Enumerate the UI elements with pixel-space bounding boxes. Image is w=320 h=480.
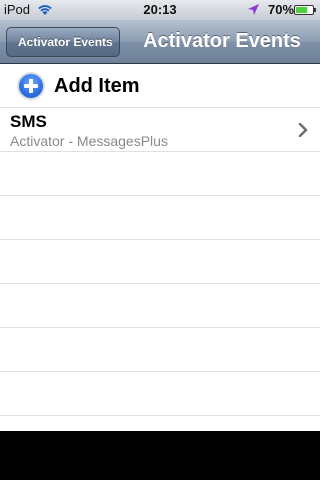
navigation-bar: Activator Events Activator Events <box>0 20 320 64</box>
empty-row <box>0 284 320 328</box>
empty-row <box>0 196 320 240</box>
chevron-right-icon <box>298 123 308 137</box>
back-button-label: Activator Events <box>18 35 113 49</box>
add-item-row[interactable]: Add Item <box>0 64 320 108</box>
add-item-label: Add Item <box>54 75 140 97</box>
add-circle-icon <box>19 74 43 98</box>
back-button[interactable]: Activator Events <box>6 27 120 57</box>
empty-row <box>0 152 320 196</box>
status-bar: iPod 20:13 70% <box>0 0 320 20</box>
empty-row <box>0 328 320 372</box>
battery-percent: 70% <box>268 2 295 17</box>
page-title: Activator Events <box>143 30 301 52</box>
list-item-title: SMS <box>10 112 47 131</box>
battery-icon <box>294 5 316 15</box>
empty-row <box>0 372 320 416</box>
empty-row <box>0 240 320 284</box>
list-item-subtitle: Activator - MessagesPlus <box>10 133 168 149</box>
location-arrow-icon <box>248 4 259 15</box>
bottom-blank-area <box>0 431 320 480</box>
list-item-sms[interactable]: SMS Activator - MessagesPlus <box>0 108 320 152</box>
screen: iPod 20:13 70% Activator Events Activato… <box>0 0 320 480</box>
events-table: Add Item SMS Activator - MessagesPlus <box>0 64 320 431</box>
